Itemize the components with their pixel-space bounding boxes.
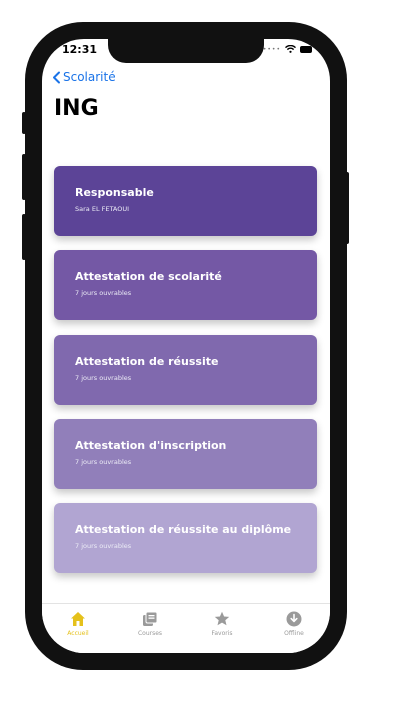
card-subtitle: 7 jours ouvrables: [75, 374, 132, 382]
back-button[interactable]: Scolarité: [52, 70, 116, 84]
card-subtitle: 7 jours ouvrables: [75, 542, 132, 550]
chevron-left-icon: [53, 71, 60, 83]
app-screen: 12:31 •••• Scolarité ING Responsable Sar…: [42, 39, 330, 653]
card-subtitle: 7 jours ouvrables: [75, 289, 132, 297]
phone-frame: 12:31 •••• Scolarité ING Responsable Sar…: [22, 22, 349, 670]
home-icon: [71, 612, 85, 626]
card-title: Responsable: [75, 186, 154, 199]
card-attestation-reussite-diplome[interactable]: Attestation de réussite au diplôme 7 jou…: [54, 503, 317, 573]
courses-icon: [143, 611, 158, 626]
camera-notch: [108, 39, 264, 63]
signal-icon: ••••: [262, 45, 281, 53]
card-title: Attestation de réussite: [75, 355, 219, 368]
card-attestation-reussite[interactable]: Attestation de réussite 7 jours ouvrable…: [54, 335, 317, 405]
mute-switch: [22, 112, 26, 134]
card-subtitle: Sara EL FETAOUI: [75, 205, 130, 213]
power-button: [345, 172, 349, 244]
tab-label: Offline: [284, 630, 304, 637]
tab-favoris[interactable]: Favoris: [186, 604, 258, 653]
volume-down-button: [22, 214, 26, 260]
download-icon: [286, 611, 302, 627]
back-label: Scolarité: [63, 70, 116, 84]
card-attestation-inscription[interactable]: Attestation d'inscription 7 jours ouvrab…: [54, 419, 317, 489]
card-title: Attestation d'inscription: [75, 439, 227, 452]
tab-label: Courses: [137, 630, 163, 637]
card-title: Attestation de réussite au diplôme: [75, 523, 292, 536]
tab-offline[interactable]: Offline: [258, 604, 330, 653]
page-title: ING: [54, 96, 99, 121]
tab-bar: Accueil Courses Favoris Offline: [42, 603, 330, 653]
battery-icon: [300, 45, 312, 53]
tab-label: Accueil: [67, 630, 89, 637]
card-title: Attestation de scolarité: [75, 270, 222, 283]
volume-up-button: [22, 154, 26, 200]
tab-accueil[interactable]: Accueil: [42, 604, 114, 653]
status-time: 12:31: [62, 43, 98, 56]
tab-label: Favoris: [211, 630, 233, 637]
tab-courses[interactable]: Courses: [114, 604, 186, 653]
card-responsable[interactable]: Responsable Sara EL FETAOUI: [54, 166, 317, 236]
status-indicators: ••••: [263, 45, 312, 53]
star-icon: [214, 611, 230, 626]
card-subtitle: 7 jours ouvrables: [75, 458, 132, 466]
wifi-icon: [285, 45, 296, 53]
card-attestation-scolarite[interactable]: Attestation de scolarité 7 jours ouvrabl…: [54, 250, 317, 320]
